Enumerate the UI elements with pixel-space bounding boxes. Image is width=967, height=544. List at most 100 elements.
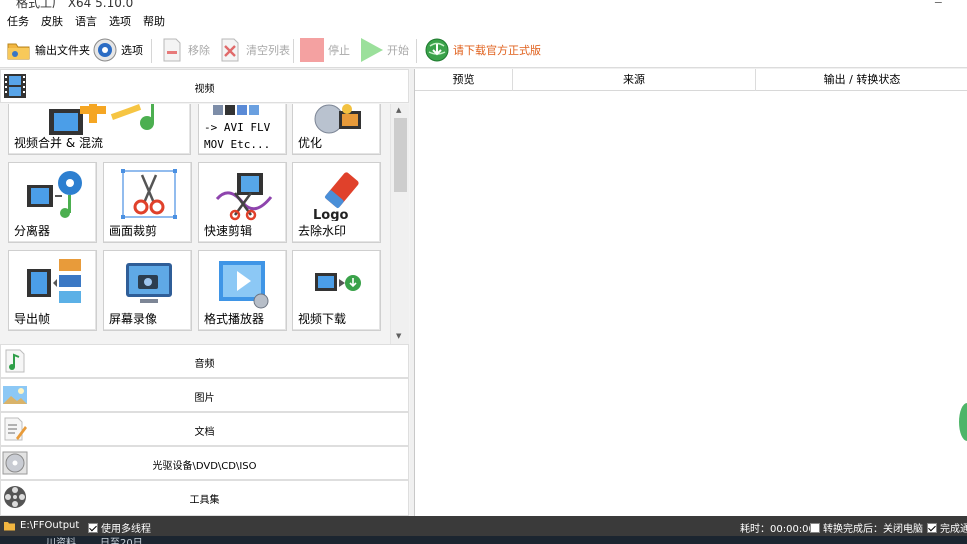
upgrade-label: 请下载官方正式版 [453,44,541,57]
column-source[interactable]: 来源 [513,69,756,91]
column-output-status[interactable]: 输出 / 转换状态 [756,69,967,91]
taskbar-item[interactable]: 川资料 [46,536,76,544]
scroll-up-arrow[interactable]: ▲ [396,106,401,114]
category-video-label: 视频 [194,84,215,95]
stop-label: 停止 [328,44,350,57]
watermark-logo-text: Logo [313,208,349,221]
tile-screen-record-label: 屏幕录像 [109,312,158,326]
tools-scrollbar[interactable]: ▲ ▼ [390,104,409,344]
category-image[interactable]: 图片 [0,378,409,412]
menu-language[interactable]: 语言 [75,13,97,29]
menu-skin[interactable]: 皮肤 [41,13,63,29]
tile-merge-mux[interactable]: 视频合并 & 混流 [8,104,191,155]
category-audio-label: 音频 [194,359,215,370]
clear-list-label: 清空列表 [246,44,290,57]
export-frames-icon [27,259,81,303]
task-list-header: 预览 来源 输出 / 转换状态 [415,69,967,91]
complete-notify-checkbox[interactable] [927,523,937,533]
clear-list-icon [221,38,239,62]
output-folder-button[interactable]: 输出文件夹 [6,36,90,64]
stop-button[interactable]: 停止 [299,36,350,64]
quick-clip-icon [215,173,273,221]
minimize-button[interactable]: − [934,0,943,9]
floating-assistant-ball[interactable] [959,403,967,441]
tile-video-download-label: 视频下载 [298,312,347,326]
format-line2: MOV Etc... [204,138,271,151]
output-path[interactable]: E:\FFOutput [20,520,79,531]
after-convert-label: 转换完成后：关闭电脑 [823,524,923,535]
multithread-checkbox[interactable] [88,523,98,533]
toolbar-divider [293,39,294,63]
video-tools-grid: 视频合并 & 混流 -> AVI FLV MOV Etc... 优化 分离器 画… [0,104,392,344]
category-audio[interactable]: 音频 [0,344,409,378]
toolbar-divider [151,39,152,63]
category-tools[interactable]: 工具集 [0,480,409,516]
player-icon [219,261,269,309]
remove-label: 移除 [188,44,210,57]
after-convert-option[interactable]: 转换完成后：关闭电脑 [810,520,923,535]
title-bar: 格式工厂 X64 5.10.0 − [0,0,967,9]
stop-icon [300,38,324,62]
category-tools-label: 工具集 [189,495,220,506]
output-folder-label: 输出文件夹 [35,44,90,57]
folder-icon[interactable] [3,519,16,532]
toolbar-divider [416,39,417,63]
globe-download-icon [425,38,449,62]
category-video[interactable]: 视频 [0,69,409,103]
task-list-panel: 预览 来源 输出 / 转换状态 [414,69,967,516]
folder-icon [7,43,30,60]
tile-merge-mux-label: 视频合并 & 混流 [14,136,103,150]
format-strip-icon [213,105,259,115]
start-button[interactable]: 开始 [358,36,409,64]
column-preview[interactable]: 预览 [415,69,513,91]
tile-splitter-label: 分离器 [14,224,51,238]
window-title: 格式工厂 X64 5.10.0 [16,0,134,9]
multithread-option[interactable]: 使用多线程 [88,520,151,535]
tile-optimize-label: 优化 [298,136,323,150]
tile-remove-watermark-label: 去除水印 [298,224,347,238]
tile-crop-label: 画面裁剪 [109,224,158,238]
tile-screen-record[interactable]: 屏幕录像 [103,250,192,331]
complete-notify-option[interactable]: 完成通 [927,520,967,535]
elapsed-time: 耗时：00:00:00 [740,524,815,535]
status-bar: E:\FFOutput 使用多线程 耗时：00:00:00 转换完成后：关闭电脑… [0,516,967,536]
after-convert-checkbox[interactable] [810,523,820,533]
toolbar: 输出文件夹 选项 移除 清空列表 停止 开始 请下载官方正式版 [0,33,967,68]
tile-optimize[interactable]: 优化 [292,104,381,155]
format-line1: -> AVI FLV [204,121,271,134]
tile-format-convert[interactable]: -> AVI FLV MOV Etc... [198,104,287,155]
tile-export-frames[interactable]: 导出帧 [8,250,97,331]
category-document-label: 文档 [194,427,215,438]
category-document[interactable]: 文档 [0,412,409,446]
remove-doc-icon [163,38,181,62]
video-download-icon [315,273,361,291]
remove-button[interactable]: 移除 [159,36,210,64]
menu-help[interactable]: 帮助 [143,13,165,29]
tile-crop[interactable]: 画面裁剪 [103,162,192,243]
tile-remove-watermark[interactable]: Logo 去除水印 [292,162,381,243]
eraser-logo-icon: Logo [313,172,359,221]
tile-quick-clip[interactable]: 快速剪辑 [198,162,287,243]
menu-options[interactable]: 选项 [109,13,131,29]
category-disc-label: 光驱设备\DVD\CD\ISO [152,461,257,472]
upgrade-link[interactable]: 请下载官方正式版 [424,36,541,64]
category-disc[interactable]: 光驱设备\DVD\CD\ISO [0,446,409,480]
start-label: 开始 [387,44,409,57]
os-taskbar: 川资料 日至20日... [0,536,967,544]
menu-task[interactable]: 任务 [7,13,29,29]
play-icon [361,38,383,62]
tile-player[interactable]: 格式播放器 [198,250,287,331]
tile-export-frames-label: 导出帧 [14,312,51,326]
clear-list-button[interactable]: 清空列表 [217,36,290,64]
category-image-label: 图片 [194,393,215,404]
scroll-down-arrow[interactable]: ▼ [396,332,401,340]
tile-splitter[interactable]: 分离器 [8,162,97,243]
taskbar-item[interactable]: 日至20日... [100,536,152,544]
gear-icon [93,38,117,62]
tile-video-download[interactable]: 视频下载 [292,250,381,331]
menu-bar: 任务 皮肤 语言 选项 帮助 [0,9,967,33]
merge-mux-icon [49,104,154,135]
scroll-thumb[interactable] [394,118,407,192]
screen-record-icon [126,263,172,303]
options-button[interactable]: 选项 [92,36,143,64]
